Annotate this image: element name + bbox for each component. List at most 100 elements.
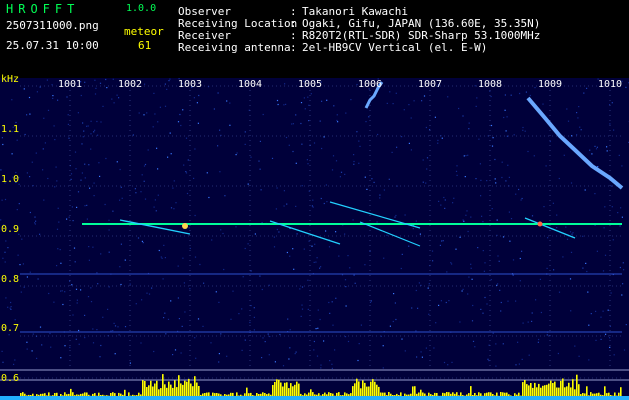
x-tick-label: 1007 [418, 79, 443, 90]
noise-dot [157, 121, 159, 123]
noise-dot [415, 289, 417, 292]
noise-dot [84, 81, 86, 83]
noise-dot [199, 263, 201, 266]
noise-dot [82, 122, 84, 124]
noise-dot [247, 243, 249, 245]
noise-dot [522, 322, 524, 324]
noise-dot [244, 247, 246, 250]
noise-dot [107, 308, 109, 310]
noise-dot [613, 354, 615, 356]
noise-dot [490, 124, 493, 127]
noise-dot [484, 262, 486, 264]
noise-dot [173, 180, 175, 182]
noise-dot [77, 191, 80, 193]
noise-dot [75, 288, 78, 290]
noise-dot [510, 94, 512, 96]
noise-dot [589, 149, 591, 151]
noise-dot [62, 303, 64, 306]
noise-dot [527, 321, 529, 323]
noise-dot [300, 315, 302, 317]
noise-dot [177, 121, 180, 123]
noise-dot [78, 329, 80, 332]
noise-dot [518, 188, 520, 191]
noise-dot [470, 216, 472, 218]
noise-dot [556, 227, 558, 229]
noise-dot [59, 249, 61, 251]
histogram-bar [362, 380, 364, 398]
noise-dot [443, 361, 446, 364]
noise-dot [440, 300, 442, 302]
noise-dot [509, 240, 511, 242]
noise-dot [335, 160, 338, 162]
noise-dot [253, 329, 255, 331]
histogram-bar [196, 382, 198, 398]
noise-dot [466, 210, 468, 212]
noise-dot [531, 320, 533, 322]
noise-dot [36, 357, 38, 359]
noise-dot [14, 359, 16, 361]
noise-dot [546, 334, 548, 336]
noise-dot [276, 187, 278, 189]
histogram-bar [358, 381, 360, 398]
meteor-count: 61 [138, 39, 152, 52]
noise-dot [26, 348, 28, 350]
noise-dot [194, 148, 196, 150]
noise-dot [26, 341, 28, 343]
noise-dot [444, 207, 446, 209]
noise-dot [186, 192, 189, 195]
noise-dot [344, 336, 347, 338]
noise-dot [609, 337, 611, 339]
noise-dot [232, 290, 234, 292]
noise-dot [452, 202, 454, 204]
histogram-bar [364, 382, 366, 398]
histogram-bar [286, 382, 288, 398]
noise-dot [472, 340, 475, 342]
noise-dot [307, 163, 309, 165]
info-sep: : [290, 41, 297, 54]
noise-dot [353, 163, 355, 165]
noise-dot [163, 317, 165, 319]
noise-dot [177, 265, 179, 267]
noise-dot [112, 210, 114, 212]
noise-dot [442, 240, 444, 242]
histogram-bar [372, 379, 374, 398]
noise-dot [140, 342, 142, 344]
noise-dot [269, 335, 271, 338]
noise-dot [535, 299, 537, 301]
noise-dot [94, 129, 96, 131]
noise-dot [170, 300, 172, 302]
noise-dot [423, 95, 426, 97]
noise-dot [156, 147, 158, 149]
noise-dot [332, 324, 334, 326]
noise-dot [606, 150, 608, 152]
noise-dot [474, 85, 476, 87]
noise-dot [340, 171, 343, 173]
noise-dot [311, 205, 313, 207]
noise-dot [99, 175, 101, 177]
noise-dot [164, 312, 166, 314]
noise-dot [391, 151, 393, 153]
noise-dot [157, 168, 159, 170]
noise-dot [467, 230, 469, 233]
noise-dot [404, 214, 406, 216]
noise-dot [197, 318, 200, 320]
noise-dot [188, 227, 190, 229]
noise-dot [379, 197, 381, 199]
noise-dot [519, 92, 521, 95]
noise-dot [226, 355, 228, 357]
noise-dot [86, 218, 88, 220]
noise-dot [56, 180, 58, 182]
histogram-bar [526, 384, 528, 398]
noise-dot [96, 329, 98, 331]
noise-dot [76, 302, 78, 304]
noise-dot [408, 142, 410, 144]
noise-dot [605, 333, 607, 335]
noise-dot [491, 208, 493, 210]
noise-dot [408, 104, 410, 106]
noise-dot [422, 181, 424, 183]
y-tick-label: 1.0 [1, 174, 20, 185]
noise-dot [102, 105, 104, 107]
noise-dot [392, 320, 394, 323]
noise-dot [11, 99, 13, 101]
noise-dot [611, 102, 613, 104]
